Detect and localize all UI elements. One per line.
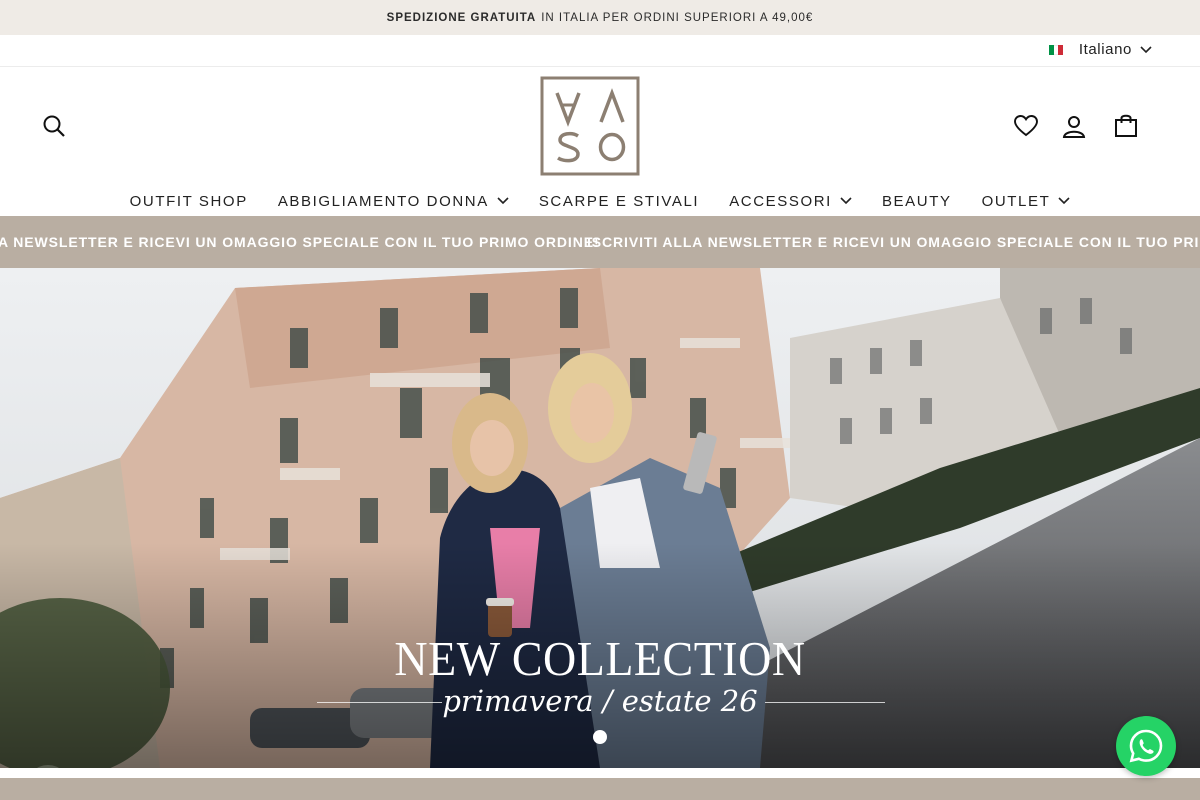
newsletter-ticker[interactable]: A NEWSLETTER E RICEVI UN OMAGGIO SPECIAL… [0,216,1200,268]
language-label: Italiano [1078,41,1132,58]
nav-item-accessori[interactable]: ACCESSORI [729,193,852,210]
language-selector[interactable]: Italiano [1048,41,1152,58]
main-nav: OUTFIT SHOP ABBIGLIAMENTO DONNA SCARPE E… [0,186,1200,216]
account-button[interactable] [1062,114,1086,143]
nav-label: ACCESSORI [729,192,832,210]
slide-dot-active[interactable] [593,730,607,744]
bag-icon [1115,114,1137,137]
nav-label: OUTFIT SHOP [129,192,248,210]
whatsapp-icon [1129,729,1163,763]
chevron-down-icon [840,197,852,205]
announcement-text: IN ITALIA PER ORDINI SUPERIORI A 49,00€ [541,11,814,24]
nav-item-outfit-shop[interactable]: OUTFIT SHOP [130,193,248,210]
nav-label: ABBIGLIAMENTO DONNA [277,192,489,210]
nav-item-scarpe-e-stivali[interactable]: SCARPE E STIVALI [539,193,699,210]
search-button[interactable] [42,114,66,143]
logo-mark [540,76,640,176]
nav-label: BEAUTY [881,192,952,210]
announcement-bar: SPEDIZIONE GRATUITA IN ITALIA PER ORDINI… [0,0,1200,35]
language-bar: Italiano [0,35,1200,67]
hero-title: NEW COLLECTION [394,631,806,686]
ticker-text: ISCRIVITI ALLA NEWSLETTER E RICEVI UN OM… [587,234,1200,250]
cart-button[interactable] [1114,113,1138,142]
chevron-down-icon [1058,197,1070,205]
search-icon [43,115,65,137]
account-icon [1062,116,1086,138]
nav-item-abbigliamento-donna[interactable]: ABBIGLIAMENTO DONNA [278,193,509,210]
ticker-text: A NEWSLETTER E RICEVI UN OMAGGIO SPECIAL… [0,234,600,250]
nav-label: SCARPE E STIVALI [538,192,700,210]
chevron-down-icon [497,197,509,205]
vaso-logo[interactable] [540,76,640,176]
nav-label: OUTLET [981,192,1051,210]
announcement-bold: SPEDIZIONE GRATUITA [386,11,537,24]
section-band [0,778,1200,800]
wishlist-button[interactable] [1014,115,1038,142]
whatsapp-button[interactable] [1116,716,1176,776]
italy-flag-icon [1048,44,1063,55]
hero-subtitle: primavera / estate 26 [442,684,758,718]
chevron-down-icon [1140,45,1152,53]
heart-icon [1014,115,1038,137]
nav-item-outlet[interactable]: OUTLET [982,193,1071,210]
nav-item-beauty[interactable]: BEAUTY [882,193,952,210]
site-header [0,66,1200,186]
